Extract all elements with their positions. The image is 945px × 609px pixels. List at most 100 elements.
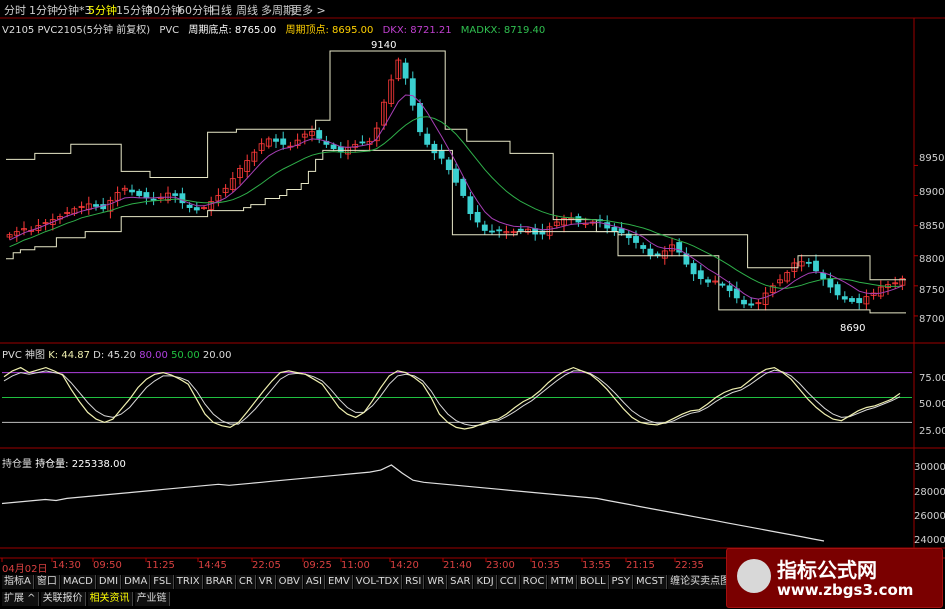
candle-body [489, 230, 495, 233]
indicator-tab[interactable]: MACD [60, 575, 96, 589]
time-axis-label: 21:15 [626, 560, 655, 571]
candle-body [697, 270, 704, 280]
kdj-d-value: D: 45.20 [93, 350, 137, 361]
kdj-line-20: 20.00 [202, 350, 232, 361]
indicator-tab[interactable]: DMA [122, 575, 151, 589]
candle-body [496, 229, 503, 232]
candle-body [827, 278, 834, 288]
oi-tick: 280000 [914, 487, 945, 498]
candle-body [841, 296, 848, 300]
candle-body [467, 196, 474, 214]
candle-body [611, 227, 618, 233]
kdj-k-value: K: 44.87 [48, 350, 90, 361]
candle-body [193, 207, 200, 211]
candle-body [330, 144, 337, 149]
candle-body [474, 211, 481, 223]
indicator-tab[interactable]: 指标A [2, 575, 34, 589]
watermark-icon [737, 559, 771, 593]
candle-body [273, 138, 279, 142]
indicator-tab[interactable]: EMV [325, 575, 353, 589]
time-axis-label: 21:40 [443, 560, 472, 571]
candle-body [481, 224, 488, 231]
indicator-tab[interactable]: WR [425, 575, 448, 589]
candle-body [834, 284, 841, 296]
indicator-tab[interactable]: 缠论买卖点图 [668, 575, 734, 589]
candle-body [820, 272, 827, 280]
time-axis-label: 10:35 [531, 560, 560, 571]
time-axis-label: 11:25 [146, 560, 175, 571]
candle-body [705, 279, 711, 283]
candle-body [805, 261, 812, 264]
indicator-tab[interactable]: PSY [609, 575, 634, 589]
time-axis-label: 11:00 [341, 560, 370, 571]
candle-body [690, 263, 697, 275]
indicator-tab[interactable]: MTM [548, 575, 577, 589]
indicator-tab[interactable]: CCI [497, 575, 520, 589]
indicator-tab[interactable]: RSI [403, 575, 425, 589]
candle-body [129, 189, 135, 193]
candle-body [640, 245, 647, 249]
price-tick: 8950 [919, 153, 945, 164]
oi-tick: 240000 [914, 535, 945, 546]
candle-body [150, 198, 157, 201]
candle-body [741, 299, 747, 305]
indicator-tab[interactable]: BRAR [203, 575, 236, 589]
candle-body [431, 143, 438, 154]
indicator-tab[interactable]: ASI [303, 575, 325, 589]
extra-tab[interactable]: 相关资讯 [87, 592, 133, 606]
oi-value: 225338.00 [71, 459, 126, 470]
indicator-tab[interactable]: 窗口 [34, 575, 60, 589]
extra-tab[interactable]: 关联报价 [40, 592, 86, 606]
oi-tick: 300000 [914, 462, 945, 473]
oi-panel-header: 持仓量 持仓量: 225338.00 [2, 455, 126, 470]
indicator-tab[interactable]: TRIX [174, 575, 203, 589]
candle-body [424, 133, 431, 145]
kdj-name[interactable]: PVC 神图 [2, 350, 45, 361]
indicator-tab[interactable]: VOL-TDX [353, 575, 403, 589]
time-axis-label: 14:30 [52, 560, 81, 571]
time-axis-label: 14:20 [390, 560, 419, 571]
candle-body [136, 190, 143, 196]
candle-body [359, 141, 366, 144]
indicator-tab[interactable]: BOLL [577, 575, 609, 589]
kdj-k-line [3, 366, 901, 430]
time-axis-label: 04月02日 [2, 564, 48, 575]
oi-name[interactable]: 持仓量 [2, 459, 32, 470]
indicator-tab[interactable]: OBV [276, 575, 303, 589]
oi-label: 持仓量: [35, 459, 69, 470]
indicator-tab[interactable]: CR [236, 575, 256, 589]
candle-body [633, 236, 639, 243]
candle-body [186, 204, 193, 208]
extra-tab[interactable]: 扩展 ^ [2, 592, 39, 606]
candle-body [726, 285, 733, 292]
price-tick: 8800 [919, 254, 945, 265]
indicator-tab[interactable]: MCST [634, 575, 668, 589]
trough-annotation: 8690 [840, 323, 866, 334]
indicator-tab[interactable]: FSL [151, 575, 174, 589]
kdj-line-80: 80.00 [139, 350, 168, 361]
indicator-tab[interactable]: SAR [448, 575, 474, 589]
indicator-tab[interactable]: KDJ [474, 575, 497, 589]
kdj-panel-header: PVC 神图 K: 44.87 D: 45.20 80.00 50.00 20.… [2, 346, 232, 361]
price-tick: 8900 [919, 187, 945, 198]
chart-canvas[interactable] [0, 0, 945, 609]
extra-tab[interactable]: 产业链 [134, 592, 170, 606]
indicator-tab[interactable]: VR [256, 575, 276, 589]
time-axis-label: 23:00 [486, 560, 515, 571]
candle-body [517, 228, 524, 231]
peak-annotation: 9140 [371, 40, 397, 51]
price-tick: 8750 [919, 285, 945, 296]
candle-body [748, 303, 755, 306]
candle-body [409, 78, 416, 106]
indicator-tab[interactable]: ROC [520, 575, 548, 589]
candle-body [172, 193, 179, 196]
time-axis-label: 13:55 [582, 560, 611, 571]
indicator-tab[interactable]: DMI [96, 575, 122, 589]
kdj-tick: 75.00 [919, 373, 945, 384]
candle-body [647, 248, 654, 257]
time-axis-label: 09:50 [93, 560, 122, 571]
candle-body [453, 168, 459, 183]
candle-body [438, 149, 445, 159]
candle-body [280, 138, 287, 145]
open-interest-line [1, 464, 825, 542]
